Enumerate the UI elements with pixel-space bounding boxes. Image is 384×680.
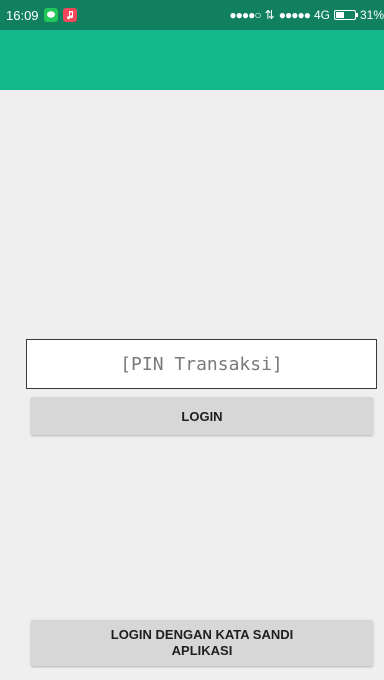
network-type: 4G <box>313 8 330 22</box>
login-with-password-button[interactable]: LOGIN DENGAN KATA SANDI APLIKASI <box>31 620 373 666</box>
battery-icon <box>333 10 358 20</box>
data-transfer-icon: ⇅ <box>264 8 275 22</box>
login-button[interactable]: LOGIN <box>31 397 373 435</box>
music-app-icon <box>62 8 77 22</box>
status-bar-left: 16:09 <box>6 8 77 23</box>
battery-percent: 31% <box>359 8 384 22</box>
status-time: 16:09 <box>6 7 39 23</box>
signal-strength-icon-2: ●●●●● <box>278 8 311 22</box>
status-bar: 16:09 ●●●●○ ⇅ ●●●●● 4G 31% <box>0 0 384 30</box>
app-bar <box>0 30 384 90</box>
status-bar-right: ●●●●○ ⇅ ●●●●● 4G 31% <box>229 8 384 22</box>
signal-strength-icon: ●●●●○ <box>229 8 261 22</box>
pin-transaksi-input[interactable] <box>26 339 377 389</box>
line-app-icon <box>43 8 58 22</box>
